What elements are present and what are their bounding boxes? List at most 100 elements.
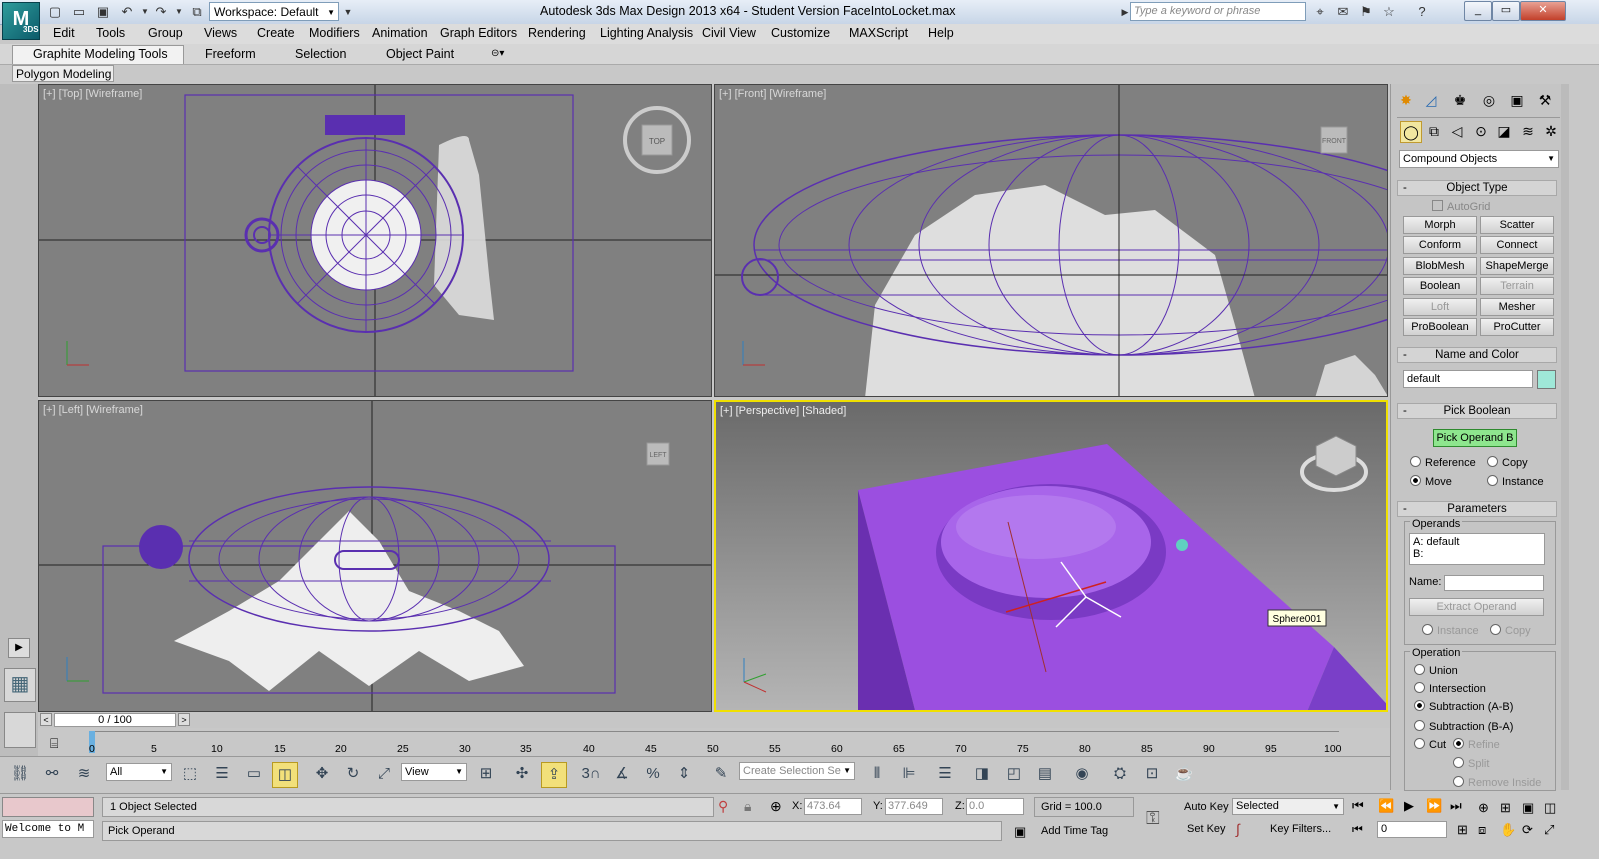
refine-radio[interactable]: Refine [1453, 738, 1500, 751]
previous-frame-icon[interactable]: ⏪ [1378, 798, 1394, 814]
default-in-out-tangent-icon[interactable]: ∫ [1236, 821, 1240, 837]
connect-button[interactable]: Connect [1480, 236, 1554, 254]
systems-icon[interactable]: ✲ [1541, 121, 1561, 141]
create-tab-icon[interactable]: ✸ [1396, 90, 1416, 110]
window-crossing-icon[interactable]: ◫ [272, 762, 298, 788]
scale-icon[interactable]: ⤢ [372, 762, 396, 786]
key-filters-button[interactable]: Key Filters... [1270, 823, 1331, 835]
new-file-icon[interactable]: ▢ [46, 3, 64, 21]
render-production-icon[interactable]: ☕ [1172, 762, 1196, 786]
pick-operand-b-button[interactable]: Pick Operand B [1433, 429, 1517, 447]
viewport-top[interactable]: [+] [Top] [Wireframe] TOP [38, 84, 712, 397]
zoom-icon[interactable]: ⊕ [1478, 800, 1489, 816]
operands-list[interactable]: A: default B: [1409, 533, 1545, 565]
workspace-menu-icon[interactable]: ▼ [339, 3, 357, 21]
union-radio[interactable]: Union [1414, 664, 1458, 677]
remove-inside-radio[interactable]: Remove Inside [1453, 776, 1541, 789]
curve-editor-open-icon[interactable]: ◰ [1002, 762, 1026, 786]
maximize-viewport-icon[interactable]: ⤢ [1544, 822, 1554, 838]
app-logo-button[interactable]: M 3DS [2, 2, 40, 40]
ribbon-options-icon[interactable]: ⊝▾ [491, 48, 504, 59]
menu-views[interactable]: Views [204, 26, 237, 40]
menu-customize[interactable]: Customize [771, 26, 830, 40]
render-setup-icon[interactable]: ⛭ [1108, 762, 1132, 786]
play-expand-icon[interactable]: ▶ [8, 638, 30, 658]
move-radio[interactable]: Move [1410, 475, 1452, 488]
minimize-button[interactable]: _ [1464, 1, 1492, 21]
named-selection-input[interactable]: Create Selection Se ▼ [739, 762, 855, 780]
extract-instance-radio[interactable]: Instance [1422, 624, 1479, 637]
next-frame-icon[interactable]: ⏩ [1426, 798, 1442, 814]
bind-spacewarp-icon[interactable]: ≋ [72, 762, 96, 786]
name-color-rollout[interactable]: - Name and Color [1397, 347, 1557, 363]
keyboard-shortcut-override-icon[interactable]: ⇪ [541, 762, 567, 788]
utilities-tab-icon[interactable]: ⚒ [1535, 90, 1555, 110]
menu-help[interactable]: Help [928, 26, 954, 40]
set-key-mode-icon[interactable]: ⚿ [1146, 808, 1160, 829]
menu-graph-editors[interactable]: Graph Editors [440, 26, 517, 40]
split-radio[interactable]: Split [1453, 757, 1489, 770]
snaps-toggle-icon[interactable]: 3∩ [579, 762, 603, 786]
time-tag-icon[interactable]: ▣ [1014, 824, 1026, 840]
menu-rendering[interactable]: Rendering [528, 26, 586, 40]
menu-group[interactable]: Group [148, 26, 183, 40]
spacewarps-icon[interactable]: ≋ [1518, 121, 1538, 141]
extract-copy-radio[interactable]: Copy [1490, 624, 1531, 637]
time-configuration-icon[interactable]: ⊞ [1457, 822, 1468, 838]
object-name-input[interactable] [1403, 370, 1533, 388]
zoom-all-icon[interactable]: ⊞ [1500, 800, 1511, 816]
cameras-icon[interactable]: ⊙ [1471, 121, 1491, 141]
command-panel-scrollbar[interactable] [1561, 84, 1569, 790]
reference-coordinate-dropdown[interactable]: View ▼ [401, 763, 467, 781]
communication-center-icon[interactable]: ✉ [1334, 3, 1352, 21]
procutter-button[interactable]: ProCutter [1480, 318, 1554, 336]
tab-selection[interactable]: Selection [295, 47, 346, 61]
lights-icon[interactable]: ◁ [1447, 121, 1467, 141]
mirror-icon[interactable]: ⫴ [865, 762, 889, 786]
extract-operand-button[interactable]: Extract Operand [1409, 598, 1544, 616]
time-slider-thumb[interactable]: 0 / 100 [54, 713, 176, 727]
key-mode-toggle-icon[interactable]: ⏮ [1352, 822, 1363, 837]
viewport-left[interactable]: [+] [Left] [Wireframe] LEFT [38, 400, 712, 712]
menu-animation[interactable]: Animation [372, 26, 428, 40]
rendered-frame-icon[interactable]: ⊡ [1140, 762, 1164, 786]
menu-maxscript[interactable]: MAXScript [849, 26, 908, 40]
selection-lock-icon[interactable]: 🔒︎ [744, 798, 751, 815]
time-prev-icon[interactable]: < [40, 713, 52, 726]
x-coordinate-field[interactable]: 473.64 [804, 798, 862, 815]
angle-snap-icon[interactable]: ∡ [610, 762, 634, 786]
percent-snap-icon[interactable]: % [641, 762, 665, 786]
shapemerge-button[interactable]: ShapeMerge [1480, 257, 1554, 275]
hierarchy-tab-icon[interactable]: ♚ [1450, 90, 1470, 110]
subtraction-ab-radio[interactable]: Subtraction (A-B) [1414, 700, 1513, 713]
material-editor-icon[interactable]: ◉ [1070, 762, 1094, 786]
category-dropdown[interactable]: Compound Objects ▼ [1399, 150, 1559, 168]
close-button[interactable]: ✕ [1520, 1, 1566, 21]
intersection-radio[interactable]: Intersection [1414, 682, 1486, 695]
viewport-layout-icon[interactable]: ▦ [4, 668, 36, 702]
pick-boolean-rollout[interactable]: - Pick Boolean [1397, 403, 1557, 419]
subscription-icon[interactable]: ⚑ [1357, 3, 1375, 21]
copy-radio[interactable]: Copy [1487, 456, 1528, 469]
viewport-perspective[interactable]: [+] [Perspective] [Shaded] Sphere001 [714, 400, 1388, 712]
operand-a-item[interactable]: A: default [1413, 536, 1541, 548]
layout-tab-button[interactable] [4, 712, 36, 748]
pan-icon[interactable]: ✋ [1500, 822, 1516, 838]
redo-dropdown-icon[interactable]: ▼ [170, 3, 188, 21]
operand-name-input[interactable] [1444, 575, 1544, 591]
select-link-icon[interactable]: ⛓ [8, 762, 32, 786]
object-type-rollout[interactable]: - Object Type [1397, 180, 1557, 196]
open-file-icon[interactable]: ▭ [70, 3, 88, 21]
workspace-dropdown[interactable]: Workspace: Default ▼ [209, 2, 339, 21]
helpers-icon[interactable]: ◪ [1494, 121, 1514, 141]
menu-create[interactable]: Create [257, 26, 295, 40]
instance-radio[interactable]: Instance [1487, 475, 1544, 488]
orbit-icon[interactable]: ⟳ [1522, 822, 1533, 838]
motion-tab-icon[interactable]: ◎ [1479, 90, 1499, 110]
object-color-swatch[interactable] [1537, 370, 1556, 389]
move-icon[interactable]: ✥ [310, 762, 334, 786]
current-frame-field[interactable]: 0 [1377, 821, 1447, 838]
curve-editor-icon[interactable]: ⌸ [50, 735, 58, 752]
scatter-button[interactable]: Scatter [1480, 216, 1554, 234]
shapes-icon[interactable]: ⧉ [1424, 121, 1444, 141]
